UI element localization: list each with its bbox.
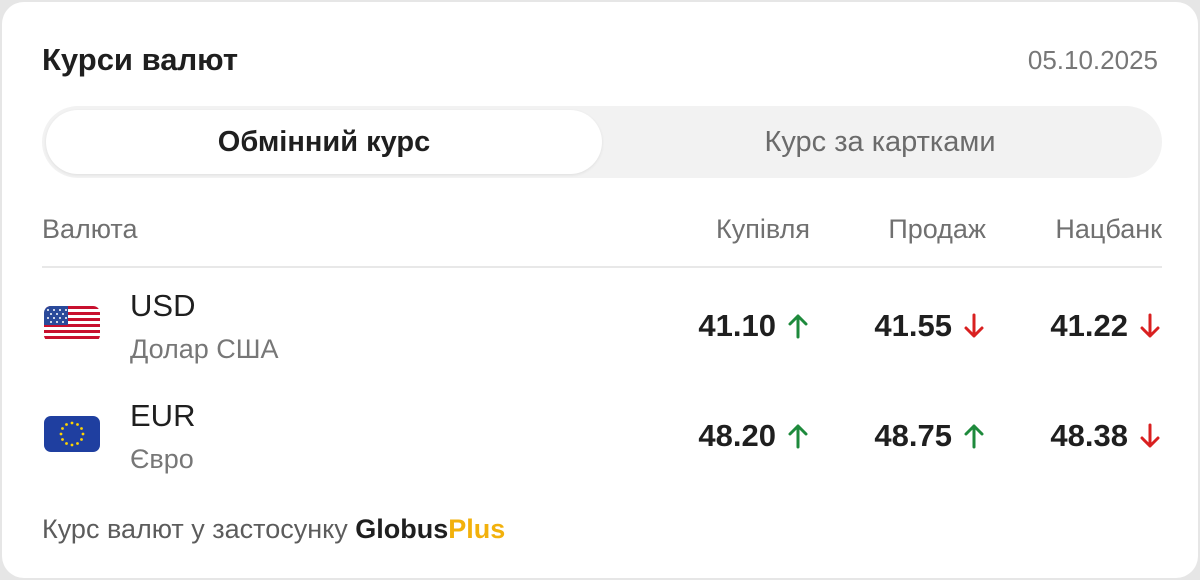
card-header: Курси валют 05.10.2025 <box>42 40 1158 80</box>
nbu-rate: 41.22 <box>1050 308 1162 344</box>
sell-rate: 41.55 <box>874 308 986 344</box>
sell-rate-value: 48.75 <box>874 418 952 453</box>
eu-flag-icon <box>44 416 100 452</box>
table-row: USD Долар США 41.10 41.55 41.22 <box>42 282 1162 378</box>
currency-name: Євро <box>130 444 194 474</box>
table-row: EUR Євро 48.20 48.75 48.38 <box>42 392 1162 488</box>
tab-exchange-rate[interactable]: Обмінний курс <box>46 110 602 174</box>
rates-date: 05.10.2025 <box>1027 44 1158 75</box>
arrow-up-icon <box>964 424 984 449</box>
header-divider <box>42 266 1162 268</box>
buy-rate: 48.20 <box>698 418 810 454</box>
nbu-rate: 48.38 <box>1050 418 1162 454</box>
currency-code: EUR <box>130 398 196 433</box>
buy-rate-value: 48.20 <box>698 418 776 453</box>
arrow-down-icon <box>1140 313 1160 338</box>
sell-rate: 48.75 <box>874 418 986 454</box>
buy-rate-value: 41.10 <box>698 308 776 343</box>
arrow-down-icon <box>1140 423 1160 448</box>
card-title: Курси валют <box>42 42 239 77</box>
nbu-rate-value: 48.38 <box>1050 418 1128 453</box>
arrow-down-icon <box>964 313 984 338</box>
app-brand-name-part1[interactable]: Globus <box>355 514 448 544</box>
footer-text: Курс валют у застосунку <box>42 514 356 544</box>
tab-card-rate[interactable]: Курс за картками <box>602 110 1158 174</box>
us-flag-icon <box>44 306 100 342</box>
arrow-up-icon <box>788 424 808 449</box>
currency-rates-card: Курси валют 05.10.2025 Обмінний курс Кур… <box>2 2 1198 578</box>
arrow-up-icon <box>788 314 808 339</box>
app-brand-name-part2[interactable]: Plus <box>448 514 505 544</box>
nbu-rate-value: 41.22 <box>1050 308 1128 343</box>
column-header-nbu: Нацбанк <box>1055 214 1162 244</box>
column-header-buy: Купівля <box>716 214 810 244</box>
column-header-sell: Продаж <box>888 214 986 244</box>
sell-rate-value: 41.55 <box>874 308 952 343</box>
buy-rate: 41.10 <box>698 308 810 344</box>
currency-code: USD <box>130 288 196 323</box>
footer-note: Курс валют у застосунку GlobusPlus <box>42 514 505 545</box>
rate-type-tabs: Обмінний курс Курс за картками <box>42 106 1162 178</box>
table-header: Валюта Купівля Продаж Нацбанк <box>42 210 1162 254</box>
currency-name: Долар США <box>130 334 279 364</box>
column-header-currency: Валюта <box>42 214 138 244</box>
